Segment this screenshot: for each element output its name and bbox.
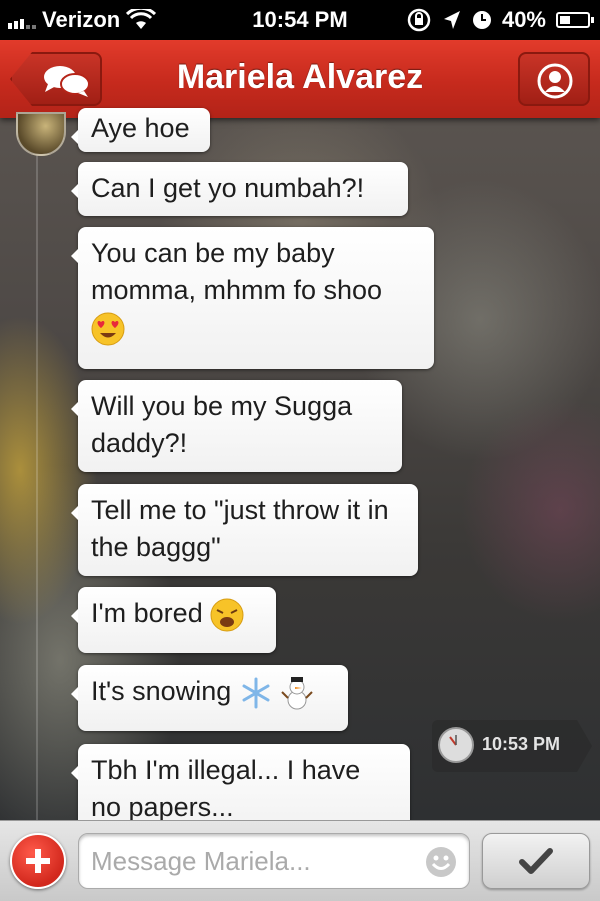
message-text: You can be my baby momma, mhmm fo shoo <box>91 238 383 305</box>
message-text: It's snowing <box>91 676 232 706</box>
battery-percent: 40% <box>501 7 546 32</box>
heart-eyes-emoji-icon <box>91 312 125 346</box>
plus-icon <box>26 849 50 873</box>
contact-avatar[interactable] <box>16 112 66 156</box>
message-text: Tbh I'm illegal... I have no papers... <box>91 755 361 822</box>
send-button[interactable] <box>482 833 590 889</box>
checkmark-icon <box>519 848 553 874</box>
message-timestamp: 10:53 PM <box>432 720 592 772</box>
add-attachment-button[interactable] <box>10 833 66 889</box>
location-arrow-icon <box>443 11 460 29</box>
message-input[interactable] <box>78 833 470 889</box>
profile-button[interactable] <box>518 52 590 106</box>
clock-icon <box>438 727 474 763</box>
message-text: Aye hoe <box>91 113 190 143</box>
message-bubble[interactable]: You can be my baby momma, mhmm fo shoo <box>71 227 434 369</box>
status-bar: Verizon 10:54 PM 40% <box>0 0 600 40</box>
smiley-icon[interactable] <box>424 845 458 879</box>
profile-icon <box>537 63 573 99</box>
weary-face-emoji-icon <box>210 598 244 632</box>
message-bubble[interactable]: Aye hoe <box>71 108 210 152</box>
message-bubble[interactable]: Tell me to "just throw it in the baggg" <box>71 484 418 576</box>
page-title: Mariela Alvarez <box>176 58 424 96</box>
message-bubble[interactable]: I'm bored <box>71 587 276 653</box>
message-bubble[interactable]: It's snowing <box>71 665 348 731</box>
timestamp-label: 10:53 PM <box>482 734 561 754</box>
message-text: I'm bored <box>91 598 203 628</box>
battery-fill <box>560 16 570 24</box>
message-bubble[interactable]: Will you be my Sugga daddy?! <box>71 380 402 472</box>
message-input-bar <box>0 820 600 901</box>
snowflake-emoji-icon <box>242 677 270 709</box>
rotation-lock-icon <box>407 8 431 32</box>
message-text: Will you be my Sugga daddy?! <box>91 391 353 458</box>
message-bubble[interactable]: Can I get yo numbah?! <box>71 162 408 216</box>
message-text: Can I get yo numbah?! <box>91 173 365 203</box>
alarm-clock-icon <box>472 11 491 29</box>
message-text: Tell me to "just throw it in the baggg" <box>91 495 389 562</box>
timeline-line <box>36 120 38 820</box>
battery-icon <box>556 12 594 28</box>
nav-bar: Mariela Alvarez <box>0 40 600 118</box>
snowman-emoji-icon <box>281 676 313 710</box>
